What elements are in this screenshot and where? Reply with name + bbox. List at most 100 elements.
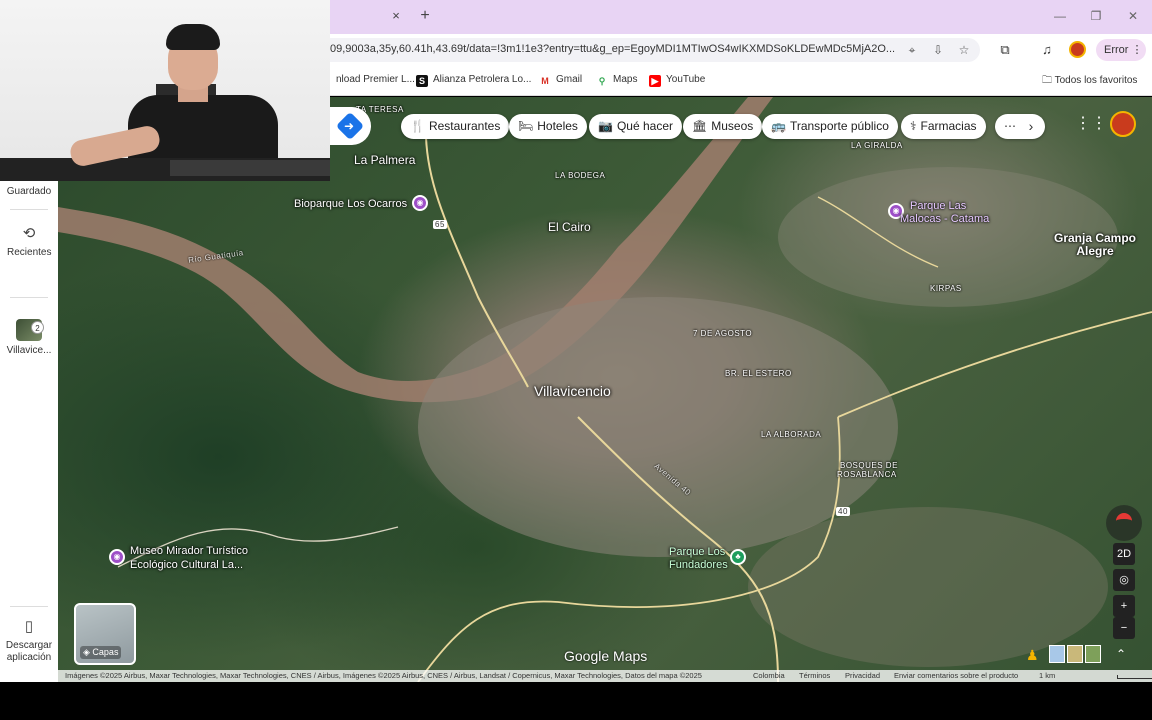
extensions-icon[interactable]: ⧉ bbox=[996, 41, 1014, 59]
bookmark-alianza[interactable]: S Alianza Petrolera Lo... bbox=[416, 74, 531, 87]
more-icon: ⋯ bbox=[1004, 119, 1016, 133]
chip-things-to-do[interactable]: 📷 Qué hacer bbox=[589, 114, 682, 139]
maps-sidebar: Guardado ⟲ Recientes 2 Villavice... ▯ De… bbox=[0, 181, 58, 682]
layers-text: Capas bbox=[92, 647, 119, 657]
poi-label[interactable]: Parque Las bbox=[910, 200, 966, 213]
tab-close-icon[interactable]: × bbox=[389, 8, 403, 24]
divider bbox=[10, 297, 48, 298]
folder-icon: 🗀 bbox=[1042, 75, 1055, 86]
neighborhood-label: LA BODEGA bbox=[555, 171, 606, 180]
bookmark-label: Maps bbox=[613, 74, 638, 85]
media-control-icon[interactable]: ♫ bbox=[1038, 41, 1056, 59]
camera-icon: 📷 bbox=[598, 119, 613, 133]
poi-label[interactable]: Malocas - Catama bbox=[900, 213, 989, 226]
view-2d-button[interactable]: 2D bbox=[1113, 543, 1135, 565]
footer-link-feedback[interactable]: Enviar comentarios sobre el producto bbox=[894, 670, 1018, 682]
expand-icon[interactable]: ⌃ bbox=[1116, 646, 1130, 662]
recent-place-label: Villavice... bbox=[6, 345, 52, 356]
compass-icon bbox=[1116, 513, 1132, 529]
chevron-right-icon[interactable]: › bbox=[1020, 114, 1042, 139]
neighborhood-label: LA GIRALDA bbox=[851, 141, 903, 150]
footer-link-terms[interactable]: Términos bbox=[799, 670, 830, 682]
recents-label: Recientes bbox=[7, 247, 52, 258]
neighborhood-label: BOSQUES DE bbox=[840, 461, 898, 470]
poi-label[interactable]: Ecológico Cultural La... bbox=[130, 559, 243, 572]
arrow-icon: ➜ bbox=[344, 119, 355, 133]
museum-pin-icon[interactable]: ◉ bbox=[412, 195, 428, 211]
chip-public-transport[interactable]: 🚌 Transporte público bbox=[762, 114, 898, 139]
footer-link-country[interactable]: Colombia bbox=[753, 670, 785, 682]
recent-place-villavicencio[interactable]: 2 Villavice... bbox=[0, 319, 58, 356]
address-bar[interactable]: 09,9003a,35y,60.41h,43.69t/data=!3m1!1e3… bbox=[300, 38, 980, 62]
profile-error-button[interactable]: Error ⋮ bbox=[1096, 39, 1146, 61]
place-label: El Cairo bbox=[548, 220, 591, 234]
map-type-thumbnails[interactable] bbox=[1049, 645, 1101, 663]
scale-bar bbox=[1117, 675, 1152, 679]
chip-hotels[interactable]: 🛏 Hoteles bbox=[509, 114, 587, 139]
minimap-default[interactable] bbox=[1049, 645, 1065, 663]
apps-grid-icon[interactable]: ⋮⋮⋮ bbox=[1075, 115, 1123, 133]
target-icon: ◎ bbox=[1119, 574, 1129, 586]
satellite-map[interactable]: TA TERESA La Palmera LA BODEGA LA GIRALD… bbox=[58, 97, 1152, 682]
neighborhood-label: LA ALBORADA bbox=[761, 430, 822, 439]
keyboard bbox=[170, 160, 330, 176]
compass-button[interactable] bbox=[1106, 505, 1142, 541]
recents-button[interactable]: ⟲ Recientes bbox=[0, 225, 58, 259]
layers-button[interactable]: ◈ Capas bbox=[74, 603, 136, 665]
minimize-icon[interactable]: — bbox=[1052, 8, 1068, 24]
chip-label: Restaurantes bbox=[428, 119, 501, 133]
new-tab-button[interactable]: + bbox=[417, 6, 433, 26]
directions-button[interactable]: ➜ bbox=[330, 107, 371, 145]
saved-label: Guardado bbox=[6, 186, 52, 197]
poi-label[interactable]: Parque Los bbox=[669, 546, 725, 559]
scale-label[interactable]: 1 km bbox=[1039, 670, 1055, 682]
chip-label: Transporte público bbox=[789, 119, 889, 133]
download-app-button[interactable]: ▯ Descargar aplicación bbox=[0, 618, 58, 664]
minimap-satellite[interactable] bbox=[1085, 645, 1101, 663]
saved-button[interactable]: Guardado bbox=[0, 186, 58, 197]
bookmark-maps[interactable]: ⚲ Maps bbox=[596, 74, 637, 87]
url-text[interactable]: 09,9003a,35y,60.41h,43.69t/data=!3m1!1e3… bbox=[330, 43, 895, 55]
poi-label[interactable]: Museo Mirador Turístico bbox=[130, 545, 248, 558]
gmail-icon: M bbox=[539, 75, 551, 87]
minimap-terrain[interactable] bbox=[1067, 645, 1083, 663]
bookmark-star-icon[interactable]: ☆ bbox=[956, 42, 972, 58]
bookmark-youtube[interactable]: ▶ YouTube bbox=[649, 74, 705, 87]
park-pin-icon[interactable]: ♣ bbox=[730, 549, 746, 565]
poi-label[interactable]: Bioparque Los Ocarros bbox=[294, 198, 407, 211]
bed-icon: 🛏 bbox=[518, 119, 534, 133]
my-location-button[interactable]: ◎ bbox=[1113, 569, 1135, 591]
account-avatar[interactable] bbox=[1110, 111, 1136, 137]
poi-label[interactable]: Fundadores bbox=[669, 559, 728, 572]
neighborhood-label: ROSABLANCA bbox=[837, 470, 897, 479]
fork-knife-icon: 🍴 bbox=[410, 119, 425, 133]
location-icon[interactable]: ⌖ bbox=[904, 42, 920, 58]
history-icon: ⟲ bbox=[22, 225, 36, 242]
pharmacy-icon: ⚕ bbox=[910, 119, 917, 133]
profile-avatar[interactable] bbox=[1069, 41, 1086, 58]
place-thumbnail: 2 bbox=[16, 319, 44, 341]
s-logo-icon: S bbox=[416, 75, 428, 87]
museum-pin-icon[interactable]: ◉ bbox=[109, 549, 125, 565]
install-app-icon[interactable]: ⇩ bbox=[930, 42, 946, 58]
footer-link-privacy[interactable]: Privacidad bbox=[845, 670, 880, 682]
error-label: Error bbox=[1104, 44, 1129, 56]
layers-icon: ◈ bbox=[83, 647, 93, 657]
zoom-in-button[interactable]: + bbox=[1113, 595, 1135, 617]
all-favorites-label: Todos los favoritos bbox=[1054, 75, 1138, 86]
bookmark-gmail[interactable]: M Gmail bbox=[539, 74, 582, 87]
map-footer: Imágenes ©2025 Airbus, Maxar Technologie… bbox=[58, 670, 1152, 682]
chip-museums[interactable]: 🏛 Museos bbox=[683, 114, 763, 139]
restore-icon[interactable]: ❐ bbox=[1088, 8, 1104, 24]
chip-pharmacies[interactable]: ⚕ Farmacias bbox=[901, 114, 986, 139]
road-shield: 40 bbox=[836, 507, 850, 516]
pegman-icon[interactable]: ♟ bbox=[1026, 646, 1040, 664]
chip-restaurants[interactable]: 🍴 Restaurantes bbox=[401, 114, 510, 139]
bookmark-premier[interactable]: nload Premier L... bbox=[336, 74, 415, 85]
window-close-icon[interactable]: ✕ bbox=[1125, 8, 1141, 24]
bus-icon: 🚌 bbox=[771, 119, 786, 133]
all-favorites-button[interactable]: 🗀 Todos los favoritos bbox=[1042, 73, 1137, 90]
zoom-out-button[interactable]: − bbox=[1113, 617, 1135, 639]
bookmark-label: nload Premier L... bbox=[336, 74, 415, 85]
maps-pin-icon: ⚲ bbox=[596, 75, 608, 87]
